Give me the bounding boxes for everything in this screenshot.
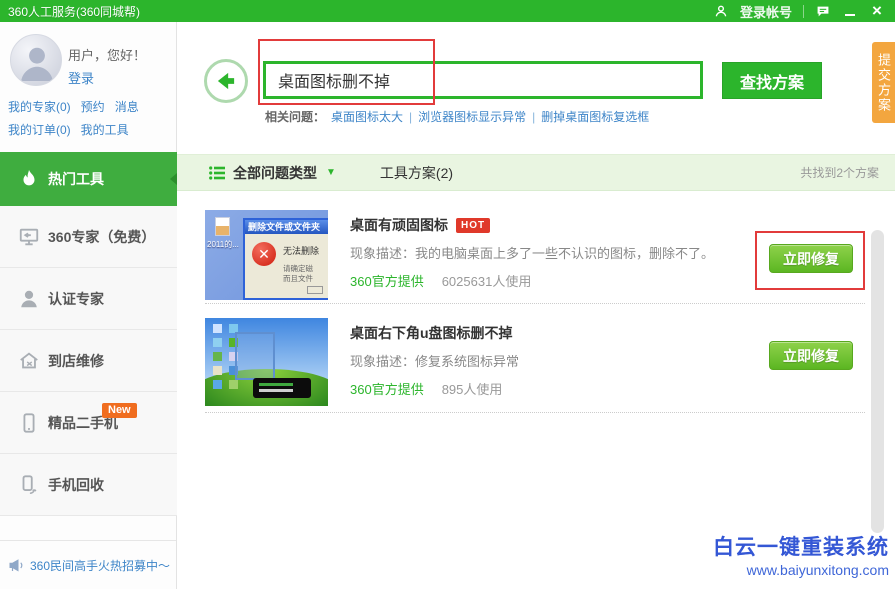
sidebar-item-label: 认证专家	[48, 289, 104, 309]
app-window: 360人工服务(360同城帮) 登录帐号 用户，您好！ 登录 我的专家(0) 预…	[0, 0, 895, 589]
flame-icon	[18, 168, 40, 190]
user-icon	[713, 3, 729, 19]
xp-desktop-icons	[213, 324, 222, 333]
result-description: 现象描述：我的电脑桌面上多了一些不认识的图标，删除不了。	[350, 243, 714, 262]
sidebar-item-store-repair[interactable]: 到店维修	[0, 330, 177, 392]
user-links-row1: 我的专家(0) 预约 消息	[8, 98, 139, 115]
all-question-types-dropdown[interactable]: 全部问题类型	[233, 163, 317, 183]
watermark: 白云一键重装系统 www.baiyunxitong.com	[713, 531, 889, 578]
minimize-button[interactable]	[842, 3, 858, 19]
watermark-title: 白云一键重装系统	[713, 531, 889, 561]
sidebar-item-certified-experts[interactable]: 认证专家	[0, 268, 177, 330]
related-link-3[interactable]: 删掉桌面图标复选框	[541, 108, 649, 125]
hot-badge: HOT	[456, 218, 490, 233]
xp-error-dialog: 删除文件或文件夹 ✕ 无法删除 请确定磁 而且文件	[243, 218, 328, 300]
close-button[interactable]	[869, 3, 885, 19]
sidebar-item-secondhand-phones[interactable]: 精品二手机 New	[0, 392, 177, 454]
related-questions: 相关问题： 桌面图标太大 | 浏览器图标显示异常 | 删掉桌面图标复选框	[265, 108, 649, 125]
user-links-row2: 我的订单(0) 我的工具	[8, 121, 129, 138]
sidebar-login-link[interactable]: 登录	[68, 68, 94, 87]
titlebar: 360人工服务(360同城帮) 登录帐号	[0, 0, 895, 22]
result-meta: 360官方提供 895人使用	[350, 379, 502, 398]
submit-solution-tab[interactable]: 提交方案	[872, 42, 895, 123]
xp-dialog-line1: 无法删除	[283, 244, 319, 257]
sidebar-item-phone-recycle[interactable]: 手机回收	[0, 454, 177, 516]
scrollbar-thumb[interactable]	[871, 230, 884, 533]
find-solution-button[interactable]: 查找方案	[722, 62, 822, 99]
sidebar-item-label: 热门工具	[48, 169, 104, 189]
fix-now-button-2[interactable]: 立即修复	[769, 341, 853, 370]
link-separator: |	[409, 110, 412, 124]
result-count: 共找到2个方案	[800, 164, 879, 181]
result-thumbnail-error-dialog[interactable]: 2011的... 删除文件或文件夹 ✕ 无法删除 请确定磁 而且文件	[205, 210, 328, 300]
xp-dialog-line2: 请确定磁 而且文件	[283, 264, 313, 284]
messages-link[interactable]: 消息	[115, 98, 139, 115]
monitor-icon	[18, 226, 40, 248]
sidebar-item-label: 360专家（免费）	[48, 227, 155, 247]
related-link-1[interactable]: 桌面图标太大	[331, 108, 403, 125]
xp-tooltip	[253, 378, 311, 398]
back-button[interactable]	[204, 59, 248, 103]
official-source-label: 360官方提供	[350, 379, 424, 398]
link-separator: |	[532, 110, 535, 124]
official-source-label: 360官方提供	[350, 271, 424, 290]
my-orders-link[interactable]: 我的订单(0)	[8, 121, 71, 138]
tool-solutions-tab[interactable]: 工具方案(2)	[380, 163, 453, 183]
usage-count: 895人使用	[442, 379, 503, 398]
related-label: 相关问题：	[265, 108, 325, 125]
result-description: 现象描述：修复系统图标异常	[350, 351, 519, 370]
recruit-link[interactable]: 360民间高手火热招募中～	[30, 557, 170, 574]
xp-ok-button	[307, 286, 323, 294]
xp-dialog-title: 删除文件或文件夹	[245, 220, 328, 234]
related-link-2[interactable]: 浏览器图标显示异常	[418, 108, 526, 125]
megaphone-icon	[8, 556, 26, 574]
my-tools-link[interactable]: 我的工具	[81, 121, 129, 138]
sidebar: 用户，您好！ 登录 我的专家(0) 预约 消息 我的订单(0) 我的工具 热门工…	[0, 22, 177, 589]
user-greeting: 用户，您好！	[68, 45, 146, 64]
phone-recycle-icon	[18, 474, 40, 496]
fix-now-button-1[interactable]: 立即修复	[769, 244, 853, 273]
sidebar-item-label: 到店维修	[48, 351, 104, 371]
sidebar-bottom: 360民间高手火热招募中～	[0, 540, 176, 589]
xp-file-label: 2011的...	[207, 239, 239, 250]
appointment-link[interactable]: 预约	[81, 98, 105, 115]
card-separator	[205, 412, 865, 413]
chevron-down-icon[interactable]	[326, 167, 336, 178]
result-title[interactable]: 桌面有顽固图标 HOT	[350, 215, 490, 235]
result-meta: 360官方提供 6025631人使用	[350, 271, 531, 290]
result-title[interactable]: 桌面右下角u盘图标删不掉	[350, 323, 513, 343]
back-arrow-icon	[213, 68, 239, 94]
new-badge: New	[102, 403, 137, 418]
xp-file-icon	[215, 217, 230, 236]
watermark-url: www.baiyunxitong.com	[713, 562, 889, 578]
xp-selection-box	[235, 332, 275, 380]
avatar[interactable]	[10, 34, 62, 86]
sidebar-menu: 热门工具 360专家（免费） 认证专家 到店维修	[0, 152, 177, 516]
phone-icon	[18, 412, 40, 434]
window-title: 360人工服务(360同城帮)	[8, 3, 140, 20]
sidebar-item-label: 手机回收	[48, 475, 104, 495]
sidebar-item-360-experts[interactable]: 360专家（免费）	[0, 206, 177, 268]
search-input[interactable]	[263, 61, 703, 99]
filter-bar: 全部问题类型 工具方案(2) 共找到2个方案	[177, 154, 895, 191]
error-x-icon: ✕	[252, 242, 276, 266]
list-icon	[209, 166, 225, 180]
titlebar-controls: 登录帐号	[713, 2, 885, 21]
house-wrench-icon	[18, 350, 40, 372]
person-icon	[18, 288, 40, 310]
usage-count: 6025631人使用	[442, 271, 532, 290]
card-separator	[205, 303, 865, 304]
login-account-button[interactable]: 登录帐号	[740, 2, 792, 21]
sidebar-item-hot-tools[interactable]: 热门工具	[0, 152, 177, 206]
result-thumbnail-desktop[interactable]	[205, 318, 328, 406]
active-item-notch	[170, 173, 177, 185]
my-experts-link[interactable]: 我的专家(0)	[8, 98, 71, 115]
titlebar-divider	[803, 5, 804, 18]
feedback-chat-icon[interactable]	[815, 3, 831, 19]
